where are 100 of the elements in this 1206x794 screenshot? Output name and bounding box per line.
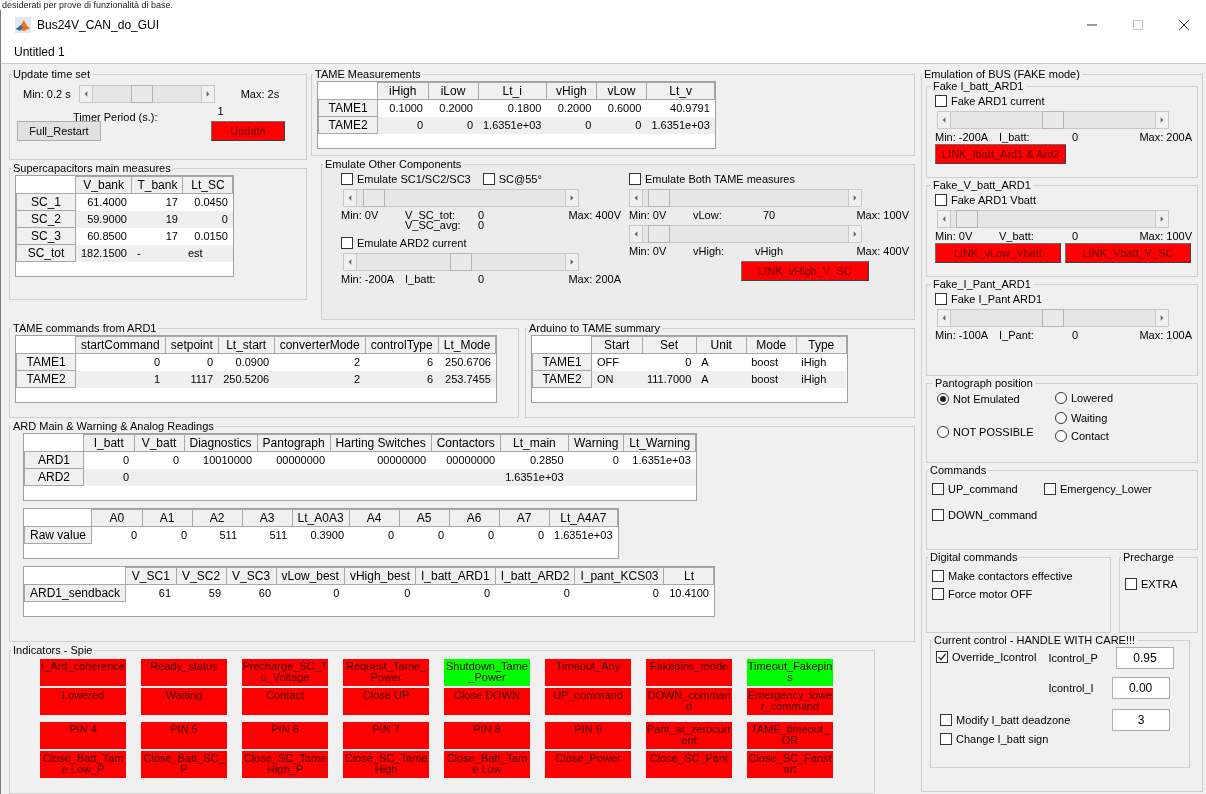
column-header: V_SC2 xyxy=(176,567,227,585)
scroll-left-button[interactable] xyxy=(937,210,951,228)
checkbox[interactable]: Fake I_Pant ARD1 xyxy=(935,293,1043,305)
indicator-lamp: Close_Batt_Tame Low xyxy=(444,751,530,778)
checkbox[interactable]: Fake ARD1 current xyxy=(935,95,1045,107)
checkbox[interactable]: Emulate SC1/SC2/SC3 xyxy=(341,173,471,185)
slider-thumb[interactable] xyxy=(648,189,671,207)
value-label: I_batt: xyxy=(999,131,1031,143)
panel-title: Arduino to TAME summary xyxy=(528,322,662,334)
panel-title: TAME Measurements xyxy=(314,68,422,80)
panel-title: Precharge xyxy=(1122,551,1175,563)
column-header: A3 xyxy=(242,509,293,527)
button[interactable]: Update xyxy=(211,121,285,141)
button[interactable]: Full_Restart xyxy=(17,121,101,141)
checkbox[interactable]: SC@55° xyxy=(482,173,542,185)
panel-title: Current control - HANDLE WITH CARE!!! xyxy=(933,634,1137,646)
indicator-lamp: Fakepins_mode xyxy=(646,659,732,686)
column-header: I_batt_ARD1 xyxy=(415,567,496,585)
panel-title: Update time set xyxy=(12,68,92,80)
value-text: vHigh xyxy=(753,245,785,257)
checkbox[interactable]: Fake ARD1 Vbatt xyxy=(935,194,1036,206)
checkbox[interactable]: Make contactors effective xyxy=(932,570,1105,582)
input-field[interactable]: 0.00 xyxy=(1111,677,1170,699)
slider-thumb[interactable] xyxy=(1042,111,1064,129)
slider-thumb[interactable] xyxy=(648,225,671,243)
field-label: Icontrol_P xyxy=(1048,652,1098,664)
max-label: Max: 400V xyxy=(567,209,621,221)
scroll-right-button[interactable] xyxy=(1155,210,1169,228)
scroll-right-button[interactable] xyxy=(1155,309,1169,327)
checkbox[interactable]: Emergency_Lower xyxy=(1044,483,1192,495)
field-label: Icontrol_I xyxy=(1048,682,1094,694)
scroll-left-button[interactable] xyxy=(629,189,643,207)
button[interactable]: LINK_Ibatt_Ard1 & Ard2 xyxy=(935,144,1067,164)
column-header: vHigh xyxy=(546,82,597,100)
checkbox[interactable]: Override_Icontrol xyxy=(936,651,1037,663)
slider-thumb[interactable] xyxy=(362,189,385,207)
column-header: Mode xyxy=(746,336,797,354)
scroll-left-button[interactable] xyxy=(937,309,951,327)
panel-title: Commands xyxy=(929,464,988,476)
panel-title: ARD Main & Warning & Analog Readings xyxy=(12,420,215,432)
column-header: Unit xyxy=(696,336,747,354)
radio-button[interactable]: Not Emulated xyxy=(937,393,1020,405)
input-field[interactable]: 3 xyxy=(1112,709,1170,731)
scroll-right-button[interactable] xyxy=(565,189,579,207)
caret-right-icon xyxy=(1160,117,1164,123)
column-header: Lt_i xyxy=(478,82,547,100)
scroll-right-button[interactable] xyxy=(848,225,862,243)
column-header: Diagnostics xyxy=(184,434,258,452)
column-header: Lt xyxy=(664,567,714,585)
checkbox[interactable]: Emulate ARD2 current xyxy=(341,237,467,249)
value-text: 0 xyxy=(1070,230,1080,242)
scroll-right-button[interactable] xyxy=(848,189,862,207)
scroll-left-button[interactable] xyxy=(343,253,357,271)
radio-button[interactable]: Contact xyxy=(1055,430,1109,442)
checkbox[interactable]: Emulate Both TAME measures xyxy=(629,173,795,185)
caret-right-icon xyxy=(1160,315,1164,321)
indicator-lamp: PIN 9 xyxy=(545,722,631,749)
scroll-right-button[interactable] xyxy=(565,253,579,271)
slider-thumb[interactable] xyxy=(450,253,472,271)
slider-thumb[interactable] xyxy=(956,210,979,228)
checkbox[interactable]: UP_command xyxy=(932,483,1044,495)
indicator-lamp: UP_command xyxy=(545,688,631,715)
close-icon[interactable] xyxy=(1178,19,1190,31)
slider-thumb[interactable] xyxy=(1042,309,1064,327)
scroll-right-button[interactable] xyxy=(1155,111,1169,129)
checkbox[interactable]: EXTRA xyxy=(1125,578,1192,590)
column-header: Lt_Mode xyxy=(438,336,496,354)
indicator-lamp: Shutdown_Tame_Power xyxy=(444,659,530,686)
menu-item[interactable]: Untitled 1 xyxy=(14,44,65,59)
column-header: vHigh_best xyxy=(344,567,416,585)
caret-right-icon xyxy=(570,259,574,265)
radio-button[interactable]: Lowered xyxy=(1055,392,1114,404)
radio-button[interactable]: Waiting xyxy=(1055,412,1108,424)
button[interactable]: LINK_vLow_Vbatt xyxy=(935,243,1061,263)
scroll-left-button[interactable] xyxy=(78,85,93,103)
input-field[interactable]: 0.95 xyxy=(1115,647,1174,669)
button[interactable]: LINK_Vbatt_V_SC xyxy=(1065,243,1191,263)
max-label: Max: 100V xyxy=(855,209,909,221)
column-header: Contactors xyxy=(431,434,501,452)
column-header: Type xyxy=(796,336,847,354)
checkbox[interactable]: Modify I_batt deadzone xyxy=(940,714,1071,726)
slider-thumb[interactable] xyxy=(130,85,153,103)
checkbox[interactable]: DOWN_command xyxy=(932,509,1044,521)
panel-title: Fake_V_batt_ARD1 xyxy=(932,179,1032,191)
radio-button[interactable]: NOT POSSIBLE xyxy=(937,426,1034,438)
scroll-left-button[interactable] xyxy=(937,111,951,129)
button[interactable]: LINK_vHigh_V_SC xyxy=(741,261,869,281)
checkbox[interactable]: Change I_batt sign xyxy=(940,733,1049,745)
caret-left-icon xyxy=(634,231,638,237)
panel-title: Supercapacitors main measures xyxy=(12,162,172,174)
maximize-icon[interactable] xyxy=(1132,19,1144,31)
scroll-left-button[interactable] xyxy=(343,189,357,207)
panel-title: Fake_I_Pant_ARD1 xyxy=(932,278,1032,290)
checkbox[interactable]: Force motor OFF xyxy=(932,588,1105,600)
column-header: A4 xyxy=(349,509,400,527)
caret-left-icon xyxy=(634,195,638,201)
value-label: I_batt: xyxy=(405,273,437,285)
scroll-left-button[interactable] xyxy=(629,225,643,243)
caret-left-icon xyxy=(942,216,946,222)
column-header: I_batt xyxy=(83,434,134,452)
